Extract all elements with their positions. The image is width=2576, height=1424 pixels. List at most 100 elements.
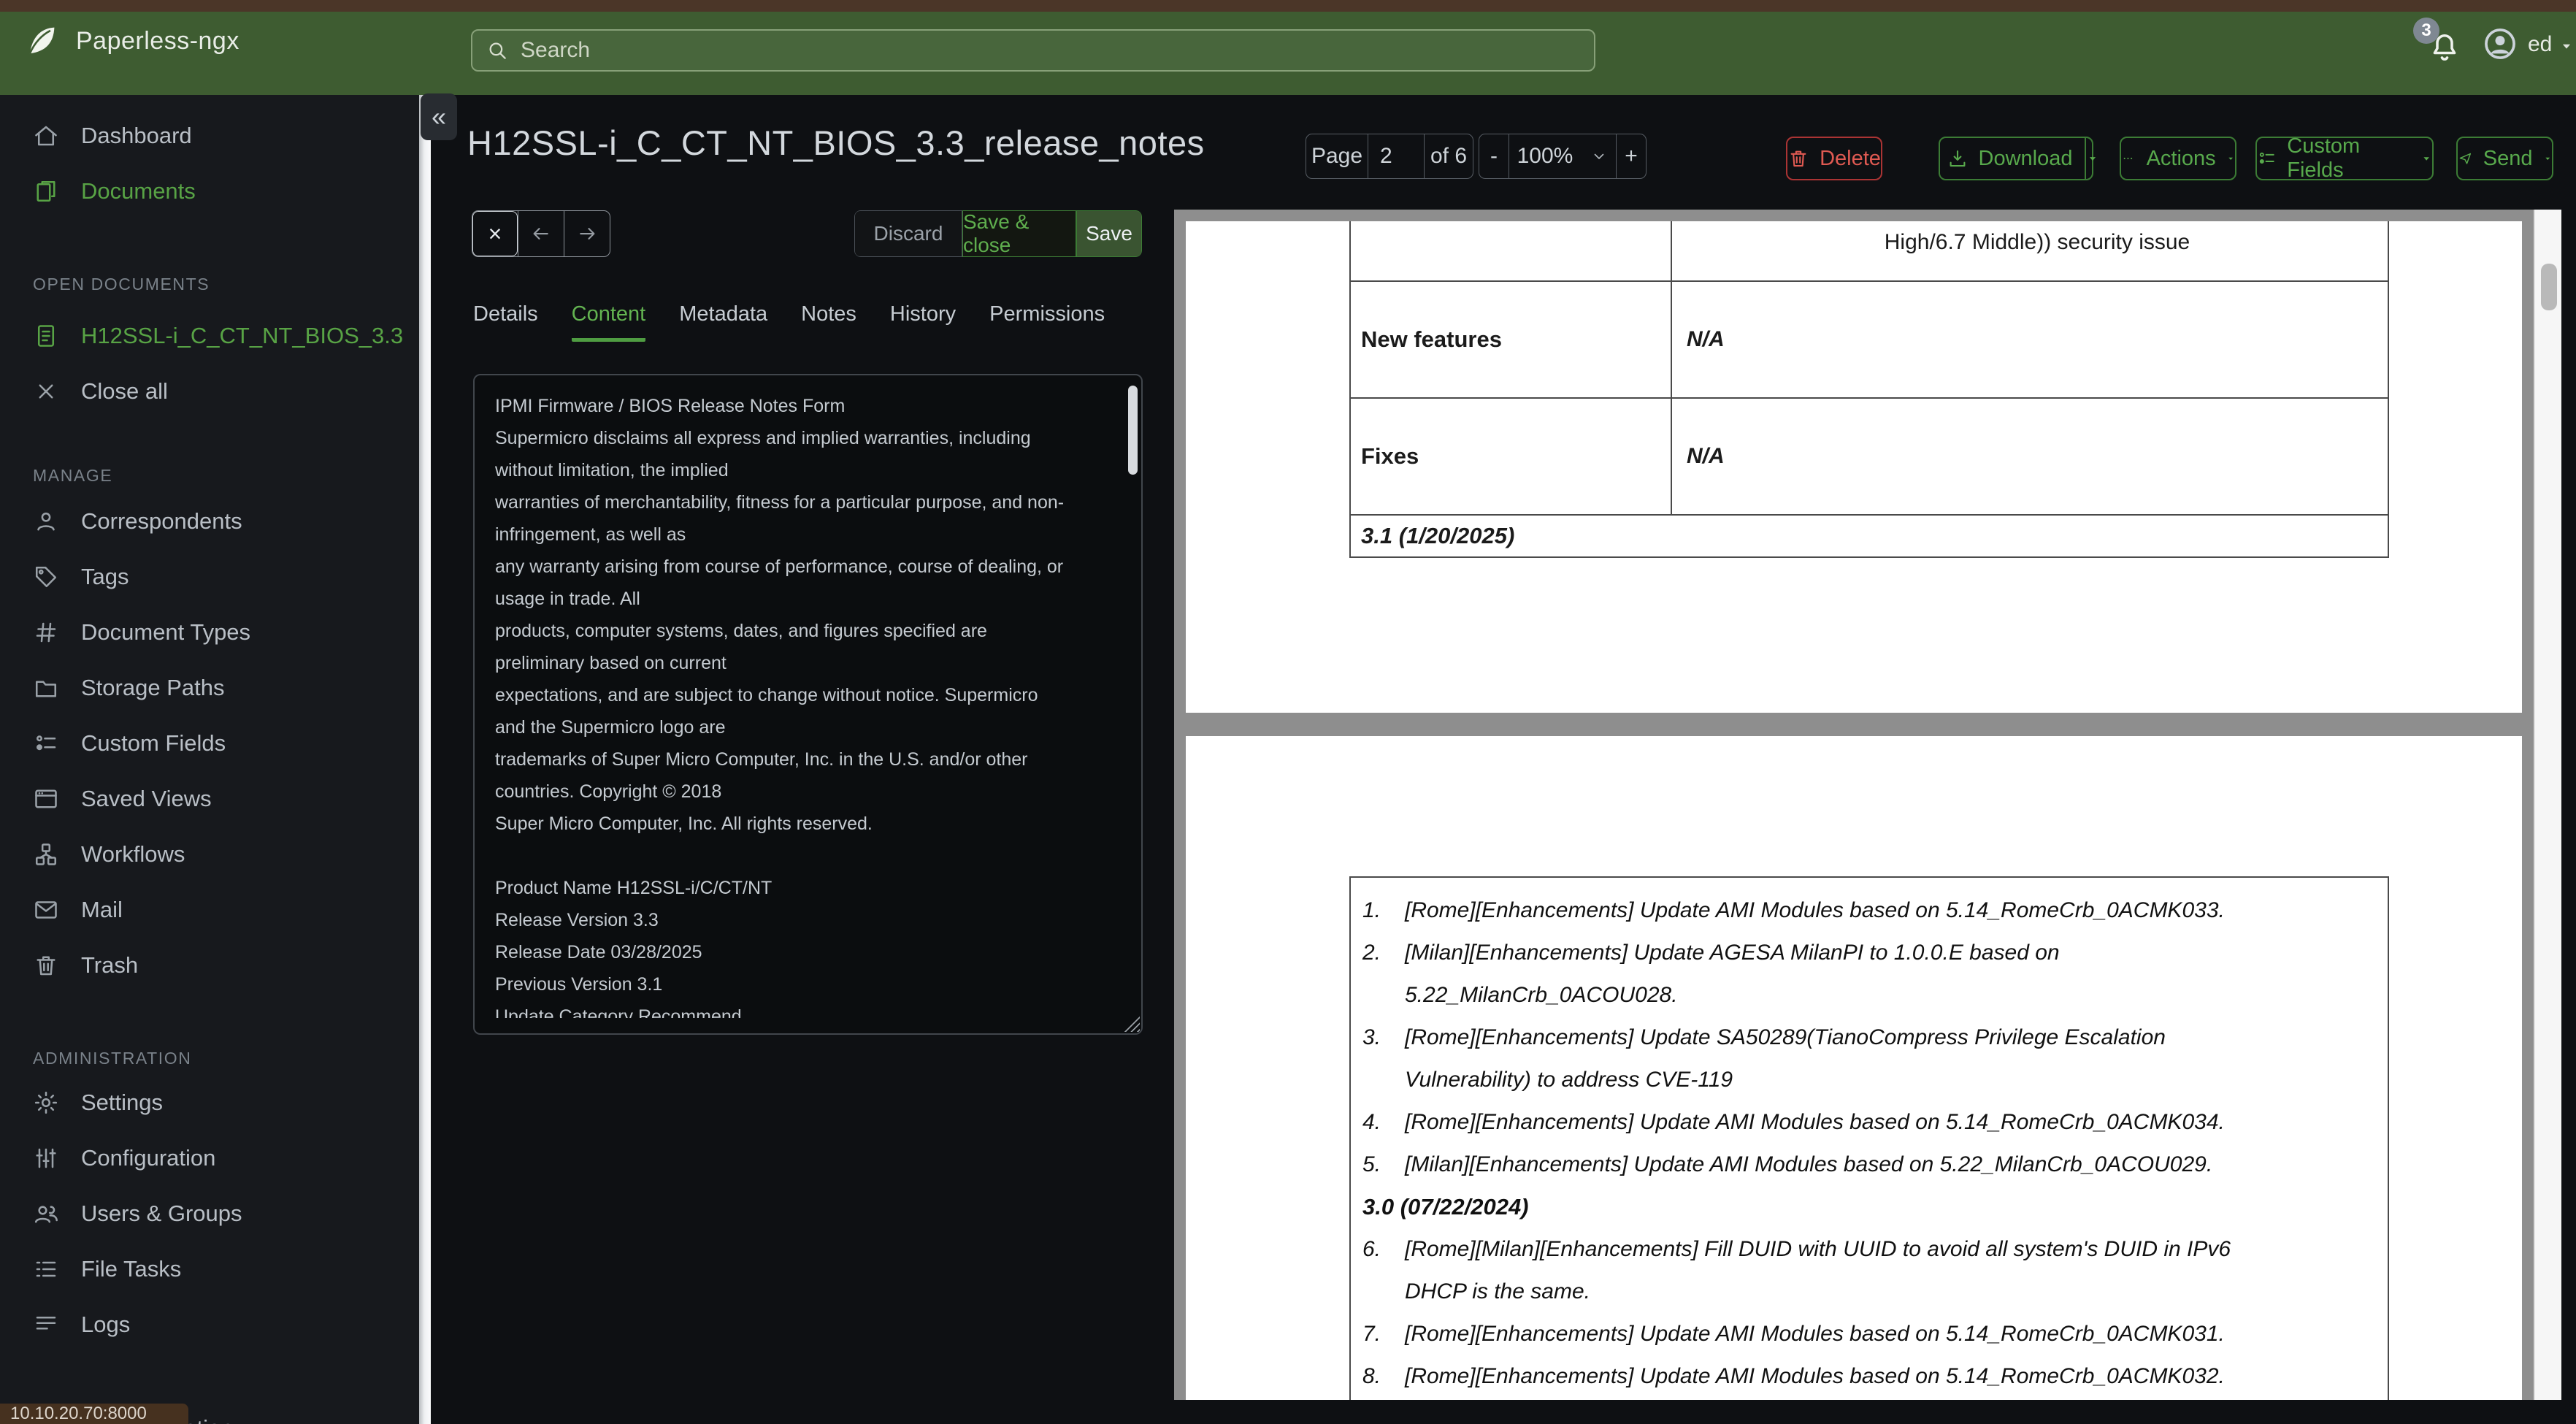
- actions-button[interactable]: Actions: [2120, 137, 2236, 180]
- version-row: 3.1 (1/20/2025): [1361, 523, 1515, 548]
- tasks-icon: [33, 1256, 59, 1282]
- preview-scrollbar-thumb[interactable]: [2541, 264, 2557, 310]
- tab[interactable]: Details: [473, 302, 538, 342]
- collapse-sidebar-button[interactable]: «: [421, 93, 457, 140]
- tag-icon: [33, 564, 59, 590]
- list-item-text: [Rome][Enhancements] Update AMI Modules …: [1405, 1322, 2225, 1346]
- user-caret-icon[interactable]: [2558, 38, 2575, 54]
- previous-document-button[interactable]: [518, 211, 564, 256]
- tab[interactable]: Content: [571, 302, 646, 342]
- page-number-input[interactable]: [1368, 143, 1424, 169]
- sidebar-item[interactable]: Tags: [0, 549, 422, 605]
- sidebar-scrollbar[interactable]: [419, 95, 431, 1424]
- release-notes-table: High/6.7 Middle)) security issue New fea…: [1349, 221, 2389, 558]
- zoom-out-button[interactable]: -: [1479, 134, 1509, 178]
- avatar[interactable]: [2481, 25, 2519, 63]
- editor-resize-handle[interactable]: [1124, 1016, 1140, 1032]
- tab[interactable]: Permissions: [989, 302, 1105, 342]
- zoom-control: - 100% +: [1479, 134, 1647, 179]
- content-text[interactable]: IPMI Firmware / BIOS Release Notes Form …: [495, 390, 1101, 1018]
- search-box[interactable]: [471, 29, 1595, 72]
- page-label: Page: [1311, 144, 1363, 168]
- discard-button[interactable]: Discard: [854, 210, 962, 257]
- editor-scrollbar[interactable]: [1128, 386, 1138, 475]
- download-button[interactable]: Download: [1933, 138, 2085, 179]
- custom-fields-button[interactable]: Custom Fields: [2255, 134, 2434, 182]
- table-row: 3.1 (1/20/2025): [1351, 516, 2388, 556]
- file-text-icon: [33, 323, 59, 349]
- send-icon: [2458, 148, 2473, 169]
- arrow-right-icon: [576, 223, 598, 245]
- list-heading: 3.0 (07/22/2024): [1362, 1194, 1529, 1220]
- sidebar-item[interactable]: Custom Fields: [0, 716, 422, 771]
- brand[interactable]: Paperless-ngx: [22, 22, 239, 60]
- preview-scrollbar[interactable]: [2534, 210, 2561, 1400]
- caret-down-icon: [2226, 152, 2235, 165]
- sidebar-item[interactable]: H12SSL-i_C_CT_NT_BIOS_3.3_rel...: [0, 308, 422, 364]
- delete-button[interactable]: Delete: [1786, 137, 1882, 180]
- list-item-text: [Rome][Milan][Enhancements] For UsbBus-e…: [1351, 1398, 2388, 1400]
- sidebar-item[interactable]: File Tasks: [0, 1241, 422, 1297]
- save-and-close-button[interactable]: Save & close: [962, 210, 1076, 257]
- zoom-in-button[interactable]: +: [1616, 134, 1646, 178]
- sidebar-item[interactable]: Saved Views: [0, 771, 422, 827]
- files-icon: [33, 178, 59, 204]
- save-button-group: Discard Save & close Save: [854, 210, 1142, 257]
- list-item: 5. [Milan][Enhancements] Update AMI Modu…: [1351, 1144, 2388, 1186]
- pdf-page-1: High/6.7 Middle)) security issue New fea…: [1186, 221, 2522, 713]
- sidebar-item[interactable]: Close all: [0, 364, 422, 419]
- list-item-text: [Milan][Enhancements] Update AGESA Milan…: [1405, 941, 2060, 1007]
- list-item-number: 2.: [1362, 941, 1381, 965]
- trash-icon: [33, 952, 59, 979]
- sidebar-item[interactable]: Users & Groups: [0, 1186, 422, 1241]
- lines-icon: [33, 1312, 59, 1338]
- list-item: 1. [Rome][Enhancements] Update AMI Modul…: [1351, 889, 2388, 932]
- page-separator: [1186, 713, 2522, 736]
- page-title: H12SSL-i_C_CT_NT_BIOS_3.3_release_notes: [467, 123, 1205, 162]
- tab[interactable]: Notes: [801, 302, 856, 342]
- changelog-list: 1. [Rome][Enhancements] Update AMI Modul…: [1349, 876, 2389, 1400]
- sidebar-item[interactable]: Mail: [0, 882, 422, 938]
- table-row: High/6.7 Middle)) security issue: [1351, 221, 2388, 282]
- search-input[interactable]: [519, 37, 1544, 64]
- sidebar-item[interactable]: Storage Paths: [0, 660, 422, 716]
- tab[interactable]: History: [890, 302, 956, 342]
- sidebar-item[interactable]: Document Types: [0, 605, 422, 660]
- sidebar-item[interactable]: Workflows: [0, 827, 422, 882]
- search-icon: [486, 39, 509, 62]
- save-button[interactable]: Save: [1076, 210, 1142, 257]
- table-cell: N/A: [1687, 327, 1725, 351]
- send-button[interactable]: Send: [2456, 137, 2553, 180]
- pdf-preview-pane[interactable]: High/6.7 Middle)) security issue New fea…: [1174, 210, 2534, 1400]
- sidebar-item[interactable]: Settings: [0, 1075, 422, 1130]
- sidebar-section: ADMINISTRATION Settings Configuration Us…: [0, 1047, 422, 1352]
- page-count-label: of 6: [1424, 134, 1473, 178]
- notification-badge: 3: [2413, 18, 2439, 44]
- document-tabs: Details Content Metadata Notes History P…: [473, 302, 1105, 342]
- next-document-button[interactable]: [564, 211, 610, 256]
- user-menu[interactable]: ed: [2528, 32, 2552, 57]
- list-item-text: [Rome][Enhancements] Update AMI Modules …: [1405, 1364, 2225, 1388]
- sidebar-item[interactable]: Dashboard: [0, 108, 422, 164]
- list-item-text: [Rome][Enhancements] Update AMI Modules …: [1405, 1110, 2225, 1134]
- zoom-level-select[interactable]: 100%: [1509, 134, 1616, 178]
- x-icon: [33, 378, 59, 405]
- close-document-button[interactable]: ×: [472, 211, 518, 256]
- window-icon: [33, 786, 59, 812]
- sidebar-item[interactable]: Documents: [0, 164, 422, 219]
- list-item-number: 9.: [1362, 1398, 1381, 1400]
- feather-logo-icon: [22, 22, 60, 60]
- tab[interactable]: Metadata: [679, 302, 767, 342]
- content-editor[interactable]: IPMI Firmware / BIOS Release Notes Form …: [473, 374, 1143, 1035]
- sidebar-item[interactable]: Trash: [0, 938, 422, 993]
- list-item: 6. [Rome][Milan][Enhancements] Fill DUID…: [1351, 1228, 2388, 1313]
- download-dropdown-button[interactable]: [2084, 138, 2099, 179]
- list-item-number: 8.: [1362, 1364, 1381, 1388]
- sidebar-item[interactable]: Correspondents: [0, 494, 422, 549]
- sidebar-item[interactable]: Logs: [0, 1297, 422, 1352]
- sidebar-item[interactable]: Configuration: [0, 1130, 422, 1186]
- table-cell: N/A: [1687, 444, 1725, 468]
- page-navigator: Page of 6: [1306, 134, 1473, 179]
- chevron-down-icon: [1590, 148, 1608, 165]
- boxes-icon: [33, 841, 59, 868]
